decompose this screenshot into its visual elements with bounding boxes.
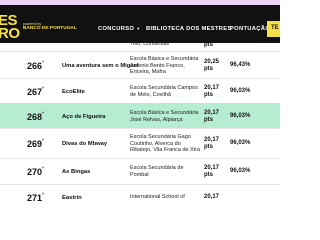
rank-suffix: º [42,166,44,172]
school-line: International School of [130,194,185,200]
percentage: 96,03% [230,140,251,146]
school-line: Escola Secundária Campos [130,85,198,91]
school-name: Tolo, Condeixas [130,41,200,48]
rank-suffix: º [42,138,44,144]
points-unit: pts [204,91,213,98]
rank: 271º [27,192,44,203]
table-row[interactable]: 266º Uma aventura sem o Miguel Escola Bá… [0,51,280,79]
nav-cta-button[interactable]: TE [267,21,280,37]
points-value: 20,17 [204,137,220,143]
points-unit: pts [204,171,213,178]
rank: 267º [27,86,44,97]
points-value: 20,17 [204,194,220,200]
logo-line-2: RO [0,25,20,42]
school-name: International School of [130,194,200,201]
points: 20,17 [204,194,219,201]
points: 20,17 pts [204,110,219,123]
points-unit: pts [204,143,213,150]
points: 20,17 pts [204,137,219,150]
rank-number: 267 [27,87,43,97]
points-unit: pts [204,116,213,123]
points: 20,25 pts [204,59,219,72]
rank-suffix: º [42,192,44,198]
nav-concurso[interactable]: CONCURSO ▼ [98,26,140,32]
percentage: 96,43% [230,62,251,68]
points: 20,17 pts [204,165,219,178]
points-value: 20,17 [204,110,220,116]
school-line: Escola Secundária Gago [130,134,191,140]
team-name: EcoElite [62,89,85,95]
rank: 269º [27,138,44,149]
rank-suffix: º [42,86,44,92]
ranking-table: Tolo, Condeixas pts 266º Uma aventura se… [0,41,280,210]
school-name: Escola Básica e Secundária José Relvas, … [130,110,200,123]
rank: 266º [27,60,44,71]
school-name: Escola Secundária Campos de Melo, Covilh… [130,85,200,98]
points-value: 20,17 [204,85,220,91]
nav-biblioteca-dos-mestres[interactable]: BIBLIOTECA DOS MESTRES [146,26,232,32]
percentage: 96,03% [230,168,251,174]
rank-number: 271 [27,193,43,203]
nav-cta-label: TE [271,25,279,31]
team-name: As Bingas [62,169,91,175]
points-value: 20,17 [204,165,220,171]
school-line: Pombal [130,171,149,178]
school-line: José Relvas, Alpiarça [130,116,183,123]
school-line: Escola Básica e Secundária [130,56,199,62]
table-row[interactable]: 271º Eastrin International School of 20,… [0,184,280,210]
school-line: de Melo, Covilhã [130,91,171,98]
percentage: 96,03% [230,113,251,119]
points-value: 20,25 [204,59,220,65]
team-name: Aço de Figueira [62,114,106,120]
rank-number: 269 [27,139,43,149]
rank-suffix: º [42,111,44,117]
rank-number: 266 [27,61,43,71]
chevron-down-icon: ▼ [136,26,141,31]
school-line: Escola Básica e Secundária [130,110,199,116]
school-name: Escola Básica e Secundária Antonio Bento… [130,56,200,76]
table-row[interactable]: 269º Divas do Mbway Escola Secundária Ga… [0,128,280,159]
points: 20,17 pts [204,85,219,98]
school-line: Ericeira, Mafra [130,69,166,75]
percentage: 96,03% [230,88,251,94]
rank-number: 268 [27,112,43,122]
rank-suffix: º [42,60,44,66]
rank-number: 270 [27,167,43,177]
points-unit: pts [204,65,213,72]
points-unit: pts [204,42,213,48]
team-name: Uma aventura sem o Miguel [62,63,139,69]
top-navigation-bar: ES RO powered by BANCO DE PORTUGAL CONCU… [0,5,280,43]
sponsor-logo: powered by BANCO DE PORTUGAL [23,22,77,31]
site-logo[interactable]: ES RO [0,13,20,42]
nav-concurso-label: CONCURSO [98,26,135,32]
nav-pontuacao[interactable]: PONTUAÇÃO [230,26,270,32]
school-name: Escola Secundária de Pombal [130,165,200,178]
table-row-highlighted[interactable]: 268º Aço de Figueira Escola Básica e Sec… [0,103,280,129]
school-name: Escola Secundária Gago Coutinho, Alverca… [130,134,200,154]
rank: 268º [27,111,44,122]
sponsor-name: BANCO DE PORTUGAL [23,26,77,31]
table-row[interactable]: 270º As Bingas Escola Secundária de Pomb… [0,158,280,185]
team-name: Divas do Mbway [62,141,108,147]
rank: 270º [27,166,44,177]
school-line: Ribatejo, Vila Franca de Xira [130,147,200,153]
school-line: Tolo, Condeixas [130,41,170,47]
table-row[interactable]: 267º EcoElite Escola Secundária Campos d… [0,78,280,104]
team-name: Eastrin [62,195,82,201]
